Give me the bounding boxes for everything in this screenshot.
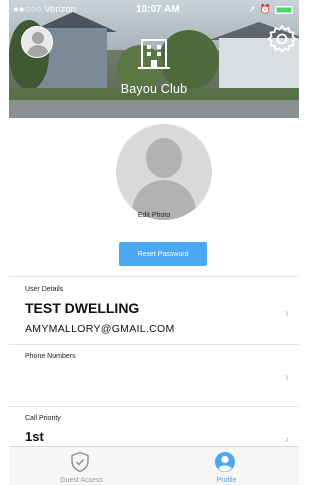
chevron-right-icon: › xyxy=(285,432,289,446)
building-logo-icon xyxy=(138,39,170,69)
tab-bar: Guest Access Profile xyxy=(9,446,299,485)
phone-numbers-row[interactable]: Phone Numbers › xyxy=(9,344,299,406)
header-avatar[interactable] xyxy=(21,26,53,58)
tab-label: Guest Access xyxy=(60,477,103,484)
reset-password-button[interactable]: Reset Password xyxy=(119,242,207,266)
tab-profile[interactable]: Profile xyxy=(154,447,299,485)
user-name: TEST DWELLING xyxy=(25,300,140,316)
call-priority-row[interactable]: Call Priority 1st › xyxy=(9,406,299,446)
avatar-body xyxy=(27,45,49,57)
user-details-row[interactable]: User Details TEST DWELLING AMYMALLORY@GM… xyxy=(9,276,299,344)
club-name: Bayou Club xyxy=(120,82,188,96)
location-icon: ➚ xyxy=(248,4,256,14)
profile-photo[interactable] xyxy=(116,124,212,220)
chevron-right-icon: › xyxy=(285,370,289,384)
avatar-head xyxy=(32,32,44,44)
tab-guest-access[interactable]: Guest Access xyxy=(9,447,154,485)
gear-icon[interactable] xyxy=(267,24,297,54)
status-bar: ●●○○○ Verizon 10:07 AM ➚ ⏰ xyxy=(9,0,299,20)
tab-label: Profile xyxy=(216,477,237,484)
status-time: 10:07 AM xyxy=(136,4,180,15)
alarm-icon: ⏰ xyxy=(259,4,271,14)
banner-road xyxy=(9,100,299,118)
battery-icon xyxy=(275,5,293,14)
header-banner: ●●○○○ Verizon 10:07 AM ➚ ⏰ Bayou Club xyxy=(9,0,299,118)
status-right: ➚ ⏰ xyxy=(248,4,293,15)
phone-numbers-label: Phone Numbers xyxy=(25,353,76,360)
edit-photo-link[interactable]: Edit Photo xyxy=(9,212,299,219)
person-circle-icon xyxy=(215,452,235,472)
carrier-label: ●●○○○ Verizon xyxy=(13,4,77,15)
shield-check-icon xyxy=(71,451,89,473)
call-priority-value: 1st xyxy=(25,429,44,444)
user-details-label: User Details xyxy=(25,286,64,293)
phone-screen: ●●○○○ Verizon 10:07 AM ➚ ⏰ Bayou Club Ed… xyxy=(9,0,299,485)
user-email: AMYMALLORY@GMAIL.COM xyxy=(25,323,175,335)
call-priority-label: Call Priority xyxy=(25,415,61,422)
photo-head xyxy=(146,138,182,178)
chevron-right-icon: › xyxy=(285,306,289,320)
